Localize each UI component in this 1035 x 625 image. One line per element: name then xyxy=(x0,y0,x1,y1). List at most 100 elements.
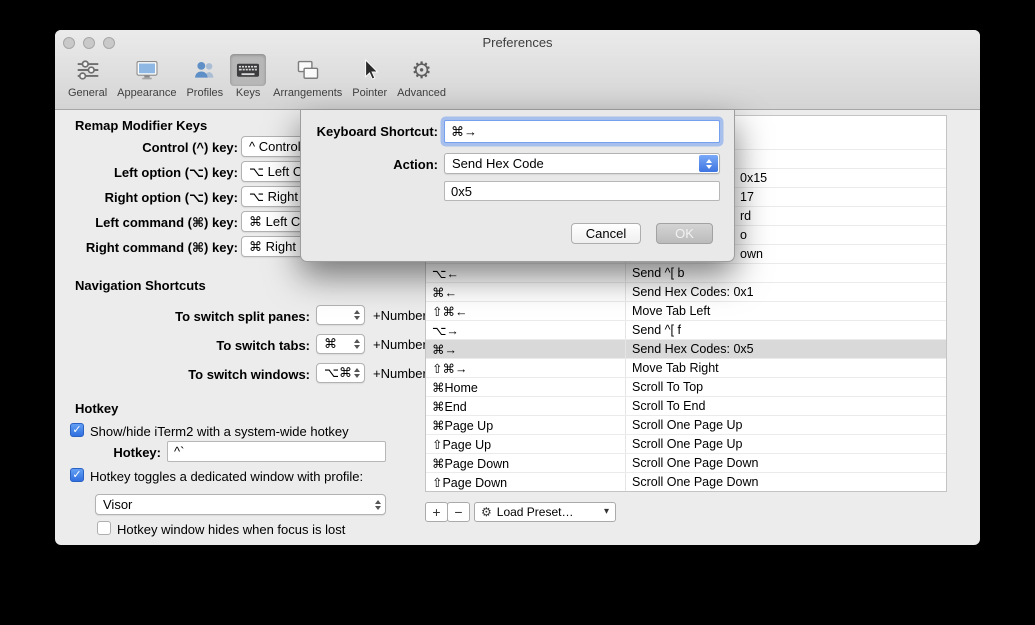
show-hide-hotkey-checkbox[interactable]: ✓ xyxy=(70,423,84,437)
toolbar: General Appearance Profiles Keys Arrange… xyxy=(63,54,451,99)
table-row-selected[interactable]: ⌘→ Send Hex Codes: 0x5 xyxy=(426,340,946,359)
switch-tabs-label: To switch tabs: xyxy=(216,338,310,353)
row-action: Send Hex Codes: 0x5 xyxy=(632,342,754,356)
people-icon xyxy=(187,54,223,86)
row-key: ⇧⌘← xyxy=(426,302,626,320)
row-key: ⇧Page Down xyxy=(426,473,626,491)
hex-code-value: 0x5 xyxy=(451,183,472,199)
table-row[interactable]: ⌘Page Up Scroll One Page Up xyxy=(426,416,946,435)
row-action: Move Tab Right xyxy=(632,361,719,375)
toolbar-tab-general[interactable]: General xyxy=(65,54,110,99)
table-row[interactable]: ⇧Page Up Scroll One Page Up xyxy=(426,435,946,454)
keyboard-shortcut-label: Keyboard Shortcut: xyxy=(316,124,438,139)
updown-arrows-icon xyxy=(354,368,360,378)
keyboard-shortcut-input[interactable]: ⌘→ xyxy=(444,120,720,143)
table-row[interactable]: ⌘Home Scroll To Top xyxy=(426,378,946,397)
left-option-key-label: Left option (⌥) key: xyxy=(113,165,238,180)
row-key: ⇧Page Up xyxy=(426,435,626,453)
remove-mapping-button[interactable]: − xyxy=(447,502,470,522)
plus-number-suffix: +Number xyxy=(373,366,427,381)
row-action: Send ^[ b xyxy=(632,266,685,280)
navigation-shortcuts-header: Navigation Shortcuts xyxy=(75,278,206,293)
switch-split-panes-select[interactable] xyxy=(316,305,365,325)
control-key-label: Control (^) key: xyxy=(142,140,238,155)
toolbar-tab-appearance[interactable]: Appearance xyxy=(114,54,179,99)
row-action: Scroll One Page Down xyxy=(632,475,759,489)
ok-button[interactable]: OK xyxy=(656,223,713,244)
load-preset-label: Load Preset… xyxy=(496,505,574,519)
row-action: Send ^[ f xyxy=(632,323,681,337)
dedicated-window-label: Hotkey toggles a dedicated window with p… xyxy=(90,469,364,484)
show-hide-hotkey-label: Show/hide iTerm2 with a system-wide hotk… xyxy=(90,424,349,439)
updown-arrows-icon xyxy=(699,155,718,172)
row-key: ⌥← xyxy=(426,264,626,282)
check-icon: ✓ xyxy=(72,468,82,481)
dedicated-window-checkbox[interactable]: ✓ xyxy=(70,468,84,482)
switch-tabs-select[interactable]: ⌘ xyxy=(316,334,365,354)
action-label: Action: xyxy=(393,157,438,172)
cancel-button[interactable]: Cancel xyxy=(571,223,641,244)
table-row[interactable]: ⇧⌘← Move Tab Left xyxy=(426,302,946,321)
toolbar-tab-label: Advanced xyxy=(397,87,447,99)
table-row[interactable]: ⌘← Send Hex Codes: 0x1 xyxy=(426,283,946,302)
row-action: Scroll To End xyxy=(632,399,706,413)
hotkey-hides-label: Hotkey window hides when focus is lost xyxy=(117,522,346,537)
keyboard-icon xyxy=(230,54,267,86)
row-key: ⌘End xyxy=(426,397,626,415)
hotkey-profile-select[interactable]: Visor xyxy=(95,494,386,515)
cursor-icon xyxy=(352,54,388,86)
check-icon: ✓ xyxy=(72,423,82,436)
hotkey-header: Hotkey xyxy=(75,401,119,416)
sliders-icon xyxy=(70,54,106,86)
toolbar-tab-keys[interactable]: Keys xyxy=(230,54,267,99)
row-key: ⌘Home xyxy=(426,378,626,396)
switch-windows-label: To switch windows: xyxy=(188,367,310,382)
row-action: Scroll One Page Up xyxy=(632,418,743,432)
select-value: Send Hex Code xyxy=(452,156,544,171)
table-row[interactable]: ⌥→ Send ^[ f xyxy=(426,321,946,340)
hotkey-input[interactable]: ^` xyxy=(167,441,386,462)
toolbar-tab-pointer[interactable]: Pointer xyxy=(349,54,390,99)
toolbar-tab-label: Appearance xyxy=(117,87,177,99)
hotkey-value: ^` xyxy=(174,444,185,459)
updown-arrows-icon xyxy=(354,310,360,320)
table-row[interactable]: ⌘End Scroll To End xyxy=(426,397,946,416)
hotkey-field-label: Hotkey: xyxy=(113,445,161,460)
action-select[interactable]: Send Hex Code xyxy=(444,153,720,174)
row-key: ⌘→ xyxy=(426,340,626,358)
hex-code-input[interactable]: 0x5 xyxy=(444,181,720,201)
remap-modifier-keys-header: Remap Modifier Keys xyxy=(75,118,208,133)
toolbar-tab-arrangements[interactable]: Arrangements xyxy=(270,54,345,99)
hotkey-hides-checkbox[interactable] xyxy=(97,521,111,535)
select-value: Visor xyxy=(103,497,133,512)
toolbar-tab-profiles[interactable]: Profiles xyxy=(183,54,226,99)
switch-windows-select[interactable]: ⌥⌘ xyxy=(316,363,365,383)
select-value: ^ Control xyxy=(249,139,301,154)
row-key: ⇧⌘→ xyxy=(426,359,626,377)
toolbar-tab-label: General xyxy=(68,87,108,99)
left-command-key-label: Left command (⌘) key: xyxy=(95,215,238,230)
row-key: ⌘← xyxy=(426,283,626,301)
gear-icon: ⚙ xyxy=(481,505,492,519)
row-key: ⌥→ xyxy=(426,321,626,339)
keyboard-shortcut-value: ⌘→ xyxy=(451,123,477,139)
row-action: Send Hex Codes: 0x1 xyxy=(632,285,754,299)
gear-icon: ⚙ xyxy=(411,56,432,83)
table-row[interactable]: ⇧Page Down Scroll One Page Down xyxy=(426,473,946,491)
table-row[interactable]: ⌥← Send ^[ b xyxy=(426,264,946,283)
toolbar-tab-label: Profiles xyxy=(186,87,224,99)
toolbar-tab-advanced[interactable]: ⚙ Advanced xyxy=(394,54,449,99)
switch-split-panes-label: To switch split panes: xyxy=(175,309,310,324)
table-row[interactable]: ⇧⌘→ Move Tab Right xyxy=(426,359,946,378)
load-preset-button[interactable]: ⚙ Load Preset… ▾ xyxy=(474,502,616,522)
add-mapping-button[interactable]: + xyxy=(425,502,448,522)
dropdown-arrow-icon: ▾ xyxy=(603,506,609,517)
window-title: Preferences xyxy=(482,35,553,50)
select-value: ⌘ xyxy=(324,336,337,351)
row-action: Move Tab Left xyxy=(632,304,711,318)
table-row[interactable]: ⌘Page Down Scroll One Page Down xyxy=(426,454,946,473)
updown-arrows-icon xyxy=(354,339,360,349)
row-key: ⌘Page Down xyxy=(426,454,626,472)
plus-number-suffix: +Number xyxy=(373,308,427,323)
plus-number-suffix: +Number xyxy=(373,337,427,352)
